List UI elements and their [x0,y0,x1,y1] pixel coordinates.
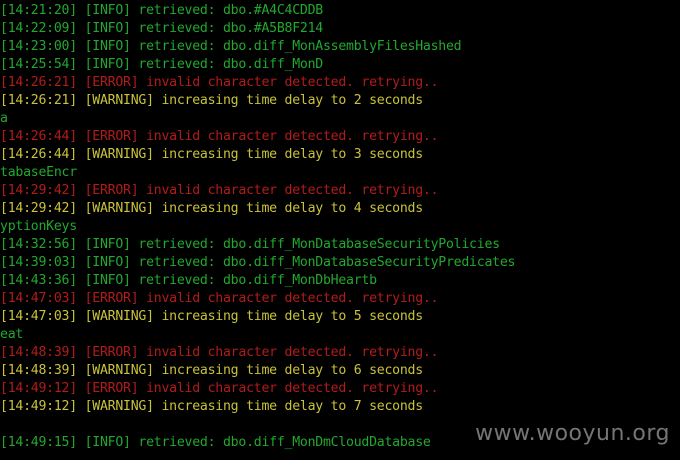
log-line-error: [14:48:39] [ERROR] invalid character det… [0,345,439,360]
log-line-plain: a [0,111,8,126]
log-line-info: [14:22:09] [INFO] retrieved: dbo.#A5B8F2… [0,21,323,36]
log-line-info: [14:23:00] [INFO] retrieved: dbo.diff_Mo… [0,39,462,54]
log-line-warning: [14:49:12] [WARNING] increasing time del… [0,399,423,414]
log-line-info: [14:32:56] [INFO] retrieved: dbo.diff_Mo… [0,237,500,252]
log-line-warning: [14:26:21] [WARNING] increasing time del… [0,93,423,108]
log-line-error: [14:26:44] [ERROR] invalid character det… [0,129,439,144]
log-line-error: [14:26:21] [ERROR] invalid character det… [0,75,439,90]
log-line-error: [14:49:12] [ERROR] invalid character det… [0,381,439,396]
log-line-plain: yptionKeys [0,219,77,234]
log-line-plain: tabaseEncr [0,165,77,180]
watermark: www.wooyun.org [475,421,670,446]
log-line-warning: [14:47:03] [WARNING] increasing time del… [0,309,423,324]
log-line-info: [14:25:54] [INFO] retrieved: dbo.diff_Mo… [0,57,323,72]
log-line-info: [14:39:03] [INFO] retrieved: dbo.diff_Mo… [0,255,516,270]
log-line-info: [14:21:20] [INFO] retrieved: dbo.#A4C4CD… [0,3,323,18]
log-line-warning: [14:29:42] [WARNING] increasing time del… [0,201,423,216]
log-line-error: [14:47:03] [ERROR] invalid character det… [0,291,439,306]
log-line-info: [14:43:36] [INFO] retrieved: dbo.diff_Mo… [0,273,377,288]
log-line-plain: eat [0,327,24,342]
log-line-warning: [14:26:44] [WARNING] increasing time del… [0,147,423,162]
log-line-warning: [14:48:39] [WARNING] increasing time del… [0,363,423,378]
log-line-error: [14:29:42] [ERROR] invalid character det… [0,183,439,198]
terminal-output: [14:21:20] [INFO] retrieved: dbo.#A4C4CD… [0,2,680,460]
